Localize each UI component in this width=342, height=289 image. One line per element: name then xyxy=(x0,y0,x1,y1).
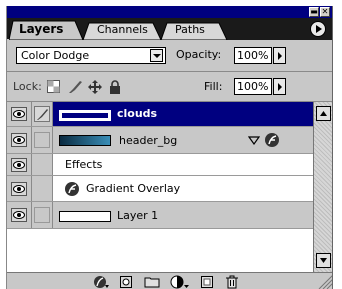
chevron-down-icon[interactable] xyxy=(150,49,163,62)
opacity-slider-button[interactable] xyxy=(273,47,286,64)
palette-titlebar[interactable]: ▬ ✕ xyxy=(7,6,332,18)
lock-brush-icon[interactable] xyxy=(67,80,83,94)
eye-icon[interactable] xyxy=(11,208,27,222)
link-cell xyxy=(32,176,53,201)
adjustment-layer-icon[interactable] xyxy=(170,275,190,289)
layer-thumbnail xyxy=(59,110,111,121)
visibility-cell[interactable] xyxy=(7,202,32,228)
empty-link-box xyxy=(34,132,50,148)
link-cell[interactable] xyxy=(32,127,53,153)
brush-icon xyxy=(34,106,50,122)
visibility-cell[interactable] xyxy=(7,127,32,153)
trash-icon[interactable] xyxy=(225,275,239,289)
layers-list: clouds header_bg Effects Gradient Overla… xyxy=(7,102,313,272)
scroll-down-arrow[interactable] xyxy=(316,253,331,268)
blend-row: Color Dodge Opacity: 100% xyxy=(7,40,332,72)
eye-icon[interactable] xyxy=(11,133,27,147)
opacity-input[interactable]: 100% xyxy=(234,47,272,64)
lock-row: Lock: Fill: 100% xyxy=(7,72,332,102)
layer-name: header_bg xyxy=(119,134,178,147)
layer-row-layer-1[interactable]: Layer 1 xyxy=(7,202,313,229)
fill-label: Fill: xyxy=(204,80,223,93)
eye-icon[interactable] xyxy=(11,158,27,172)
gradient-thumbnail xyxy=(59,135,111,146)
scroll-up-arrow[interactable] xyxy=(316,106,331,121)
fill-input[interactable]: 100% xyxy=(234,78,272,95)
new-layer-icon[interactable] xyxy=(200,275,214,289)
palette-menu-button[interactable] xyxy=(310,21,326,37)
layer-name: clouds xyxy=(117,107,158,120)
blend-mode-select[interactable]: Color Dodge xyxy=(16,47,166,64)
effect-icon xyxy=(65,182,79,196)
effects-row[interactable]: Effects xyxy=(7,154,313,176)
fill-slider-button[interactable] xyxy=(273,78,286,95)
visibility-cell[interactable] xyxy=(7,102,32,126)
lock-label: Lock: xyxy=(13,80,42,93)
lock-move-icon[interactable] xyxy=(88,80,102,94)
empty-link-box xyxy=(34,207,50,223)
eye-icon[interactable] xyxy=(11,182,27,196)
link-cell xyxy=(32,154,53,175)
lock-transparency-icon[interactable] xyxy=(47,80,60,93)
effects-label: Effects xyxy=(65,158,103,171)
add-mask-icon[interactable] xyxy=(119,275,133,289)
minimize-button[interactable]: ▬ xyxy=(309,7,319,17)
tab-paths[interactable]: Paths xyxy=(175,23,205,36)
link-cell[interactable] xyxy=(32,202,53,228)
layer-row-header-bg[interactable]: header_bg xyxy=(7,127,313,154)
effect-name: Gradient Overlay xyxy=(86,182,181,195)
layer-name: Layer 1 xyxy=(117,209,159,222)
tab-channels[interactable]: Channels xyxy=(97,23,148,36)
link-cell[interactable] xyxy=(32,102,53,126)
blend-mode-value: Color Dodge xyxy=(21,49,90,62)
close-button[interactable]: ✕ xyxy=(320,7,330,17)
gradient-overlay-row[interactable]: Gradient Overlay xyxy=(7,176,313,202)
visibility-cell[interactable] xyxy=(7,154,32,175)
eye-icon[interactable] xyxy=(11,107,27,121)
new-set-icon[interactable] xyxy=(144,275,160,288)
layers-palette: ▬ ✕ Layers Channels Paths Color Dodge Op… xyxy=(6,6,333,289)
lock-all-icon[interactable] xyxy=(109,80,121,94)
layer-thumbnail xyxy=(59,211,111,222)
visibility-cell[interactable] xyxy=(7,176,32,201)
triangle-down-icon[interactable] xyxy=(248,136,260,145)
layers-scrollbar[interactable] xyxy=(313,102,332,272)
resize-grip-icon[interactable] xyxy=(313,273,333,289)
layer-row-clouds[interactable]: clouds xyxy=(7,102,313,127)
tab-layers[interactable]: Layers xyxy=(19,22,63,36)
palette-tabs: Layers Channels Paths xyxy=(7,18,332,40)
layer-style-icon[interactable] xyxy=(93,275,109,289)
layer-effects-icon xyxy=(265,133,279,147)
palette-bottom-toolbar xyxy=(7,272,332,289)
opacity-label: Opacity: xyxy=(176,48,222,61)
